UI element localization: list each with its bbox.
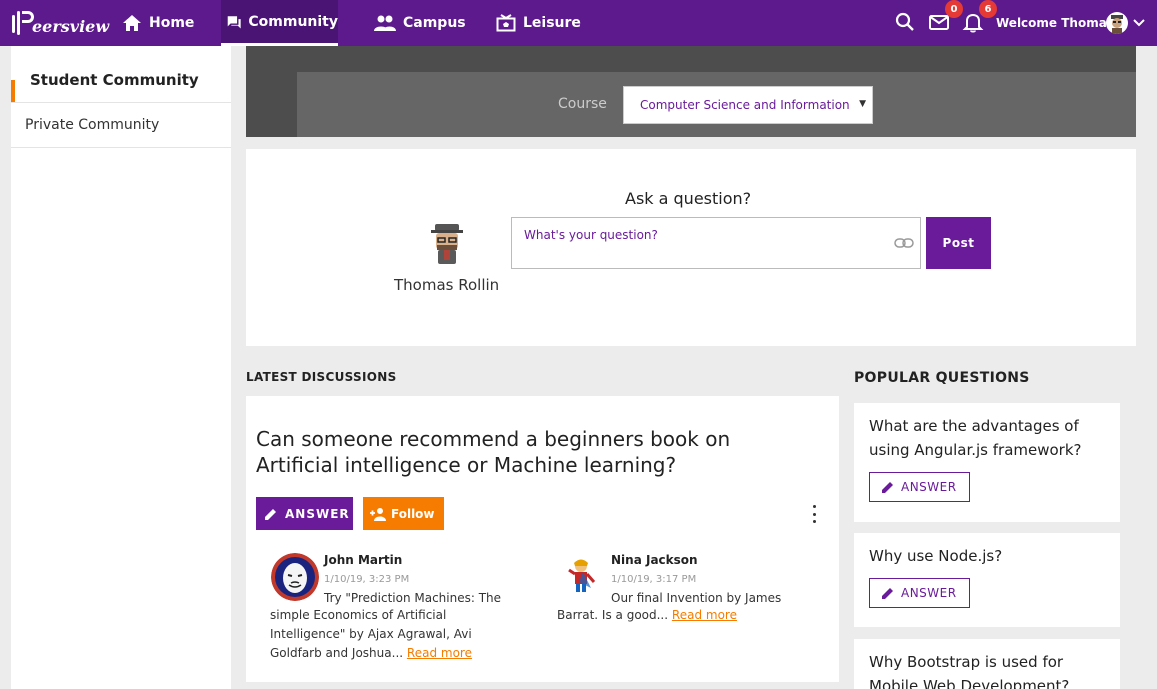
course-select[interactable]: Computer Science and Information ▼ <box>623 86 873 124</box>
user-figure-avatar-icon <box>431 224 463 264</box>
popular-answer-button[interactable]: ANSWER <box>869 472 970 502</box>
ask-user-name: Thomas Rollin <box>394 276 500 294</box>
nav-home[interactable]: Home <box>122 0 194 46</box>
nav-campus-label: Campus <box>403 15 466 31</box>
popular-question-text[interactable]: Why Bootstrap is used for Mobile Web Dev… <box>869 650 1109 689</box>
nav-home-label: Home <box>149 15 195 31</box>
read-more-link[interactable]: Read more <box>672 608 737 622</box>
popular-question-text[interactable]: Why use Node.js? <box>869 544 1109 568</box>
notifications-count-badge: 6 <box>979 0 997 18</box>
sidebar-item-label: Private Community <box>25 117 160 133</box>
nav-community-label: Community <box>248 13 338 30</box>
reply-date: 1/10/19, 3:17 PM <box>611 574 697 585</box>
ask-question-card: Ask a question? Thomas Rollin What's you… <box>246 149 1136 346</box>
welcome-text: Welcome Thomas <box>996 16 1114 30</box>
pencil-icon <box>882 588 893 599</box>
logo-mark-icon <box>10 9 36 37</box>
logo-text: eersview <box>32 16 110 36</box>
caret-down-icon: ▼ <box>859 99 866 109</box>
popular-questions-heading: POPULAR QUESTIONS <box>854 370 1030 386</box>
sidebar-item-private-community[interactable]: Private Community <box>11 103 231 148</box>
nav-campus[interactable]: Campus <box>374 0 466 46</box>
popular-answer-label: ANSWER <box>901 586 957 600</box>
discussion-question[interactable]: Can someone recommend a beginners book o… <box>256 426 816 478</box>
add-person-icon <box>370 507 386 521</box>
link-icon[interactable] <box>894 237 914 249</box>
reply-author[interactable]: Nina Jackson <box>611 551 811 570</box>
pencil-icon <box>265 508 276 520</box>
discussion-card: Can someone recommend a beginners book o… <box>246 396 839 682</box>
ticket-icon <box>496 14 516 32</box>
popular-answer-label: ANSWER <box>901 480 957 494</box>
top-navigation-bar: eersview Home Community Campus Leisure 0… <box>0 0 1157 46</box>
reply-avatar <box>561 556 601 596</box>
home-icon <box>123 15 141 31</box>
answer-button-label: ANSWER <box>285 506 350 521</box>
popular-question-text[interactable]: What are the advantages of using Angular… <box>869 414 1109 462</box>
sidebar-item-student-community[interactable]: Student Community <box>11 58 231 103</box>
popular-question-card: Why Bootstrap is used for Mobile Web Dev… <box>854 639 1120 689</box>
user-avatar[interactable] <box>1106 12 1128 34</box>
read-more-link[interactable]: Read more <box>407 646 472 660</box>
messages-count-badge: 0 <box>945 0 963 18</box>
reply-body: simple Economics of Artificial Intellige… <box>270 606 520 663</box>
peersview-logo[interactable]: eersview <box>10 8 109 38</box>
reply-header: Nina Jackson 1/10/19, 3:17 PM Our final … <box>611 551 811 608</box>
answer-button[interactable]: ANSWER <box>256 497 353 530</box>
mask-avatar-icon <box>271 553 319 601</box>
course-banner: Course Computer Science and Information … <box>246 46 1136 137</box>
popular-answer-button[interactable]: ANSWER <box>869 578 970 608</box>
chevron-down-icon[interactable] <box>1132 16 1146 30</box>
follow-button-label: Follow <box>391 506 435 521</box>
forum-icon <box>227 15 241 28</box>
reply-avatar <box>271 553 319 601</box>
popular-question-card: What are the advantages of using Angular… <box>854 403 1120 522</box>
post-button[interactable]: Post <box>926 217 991 269</box>
more-options-icon[interactable] <box>808 505 820 523</box>
user-avatar-icon <box>1111 15 1123 34</box>
reply-text: Barrat. Is a good... <box>557 608 669 622</box>
nav-leisure-label: Leisure <box>523 15 581 31</box>
reply-date: 1/10/19, 3:23 PM <box>324 574 410 585</box>
course-label: Course <box>558 96 607 112</box>
messages-button[interactable]: 0 <box>928 0 963 33</box>
sidebar-item-label: Student Community <box>30 71 199 89</box>
popular-question-card: Why use Node.js? ANSWER <box>854 533 1120 627</box>
nav-community[interactable]: Community <box>221 0 338 46</box>
ask-title: Ask a question? <box>625 189 752 208</box>
community-sidebar: Student Community Private Community <box>11 46 231 689</box>
notifications-button[interactable]: 6 <box>962 0 997 33</box>
reply-author[interactable]: John Martin <box>324 551 524 570</box>
latest-discussions-heading: LATEST DISCUSSIONS <box>246 370 397 384</box>
course-filter-bar: Course Computer Science and Information … <box>297 72 1136 137</box>
reply-header: John Martin 1/10/19, 3:23 PM Try "Predic… <box>324 551 524 608</box>
question-input[interactable]: What's your question? <box>511 217 921 269</box>
reply-body: Barrat. Is a good... Read more <box>557 606 817 625</box>
course-selected-value: Computer Science and Information <box>640 98 850 112</box>
nav-leisure[interactable]: Leisure <box>496 0 581 46</box>
people-icon <box>374 15 396 31</box>
hero-figure-avatar-icon <box>568 559 596 592</box>
follow-button[interactable]: Follow <box>363 497 444 530</box>
search-icon[interactable] <box>894 11 916 33</box>
pencil-icon <box>882 482 893 493</box>
